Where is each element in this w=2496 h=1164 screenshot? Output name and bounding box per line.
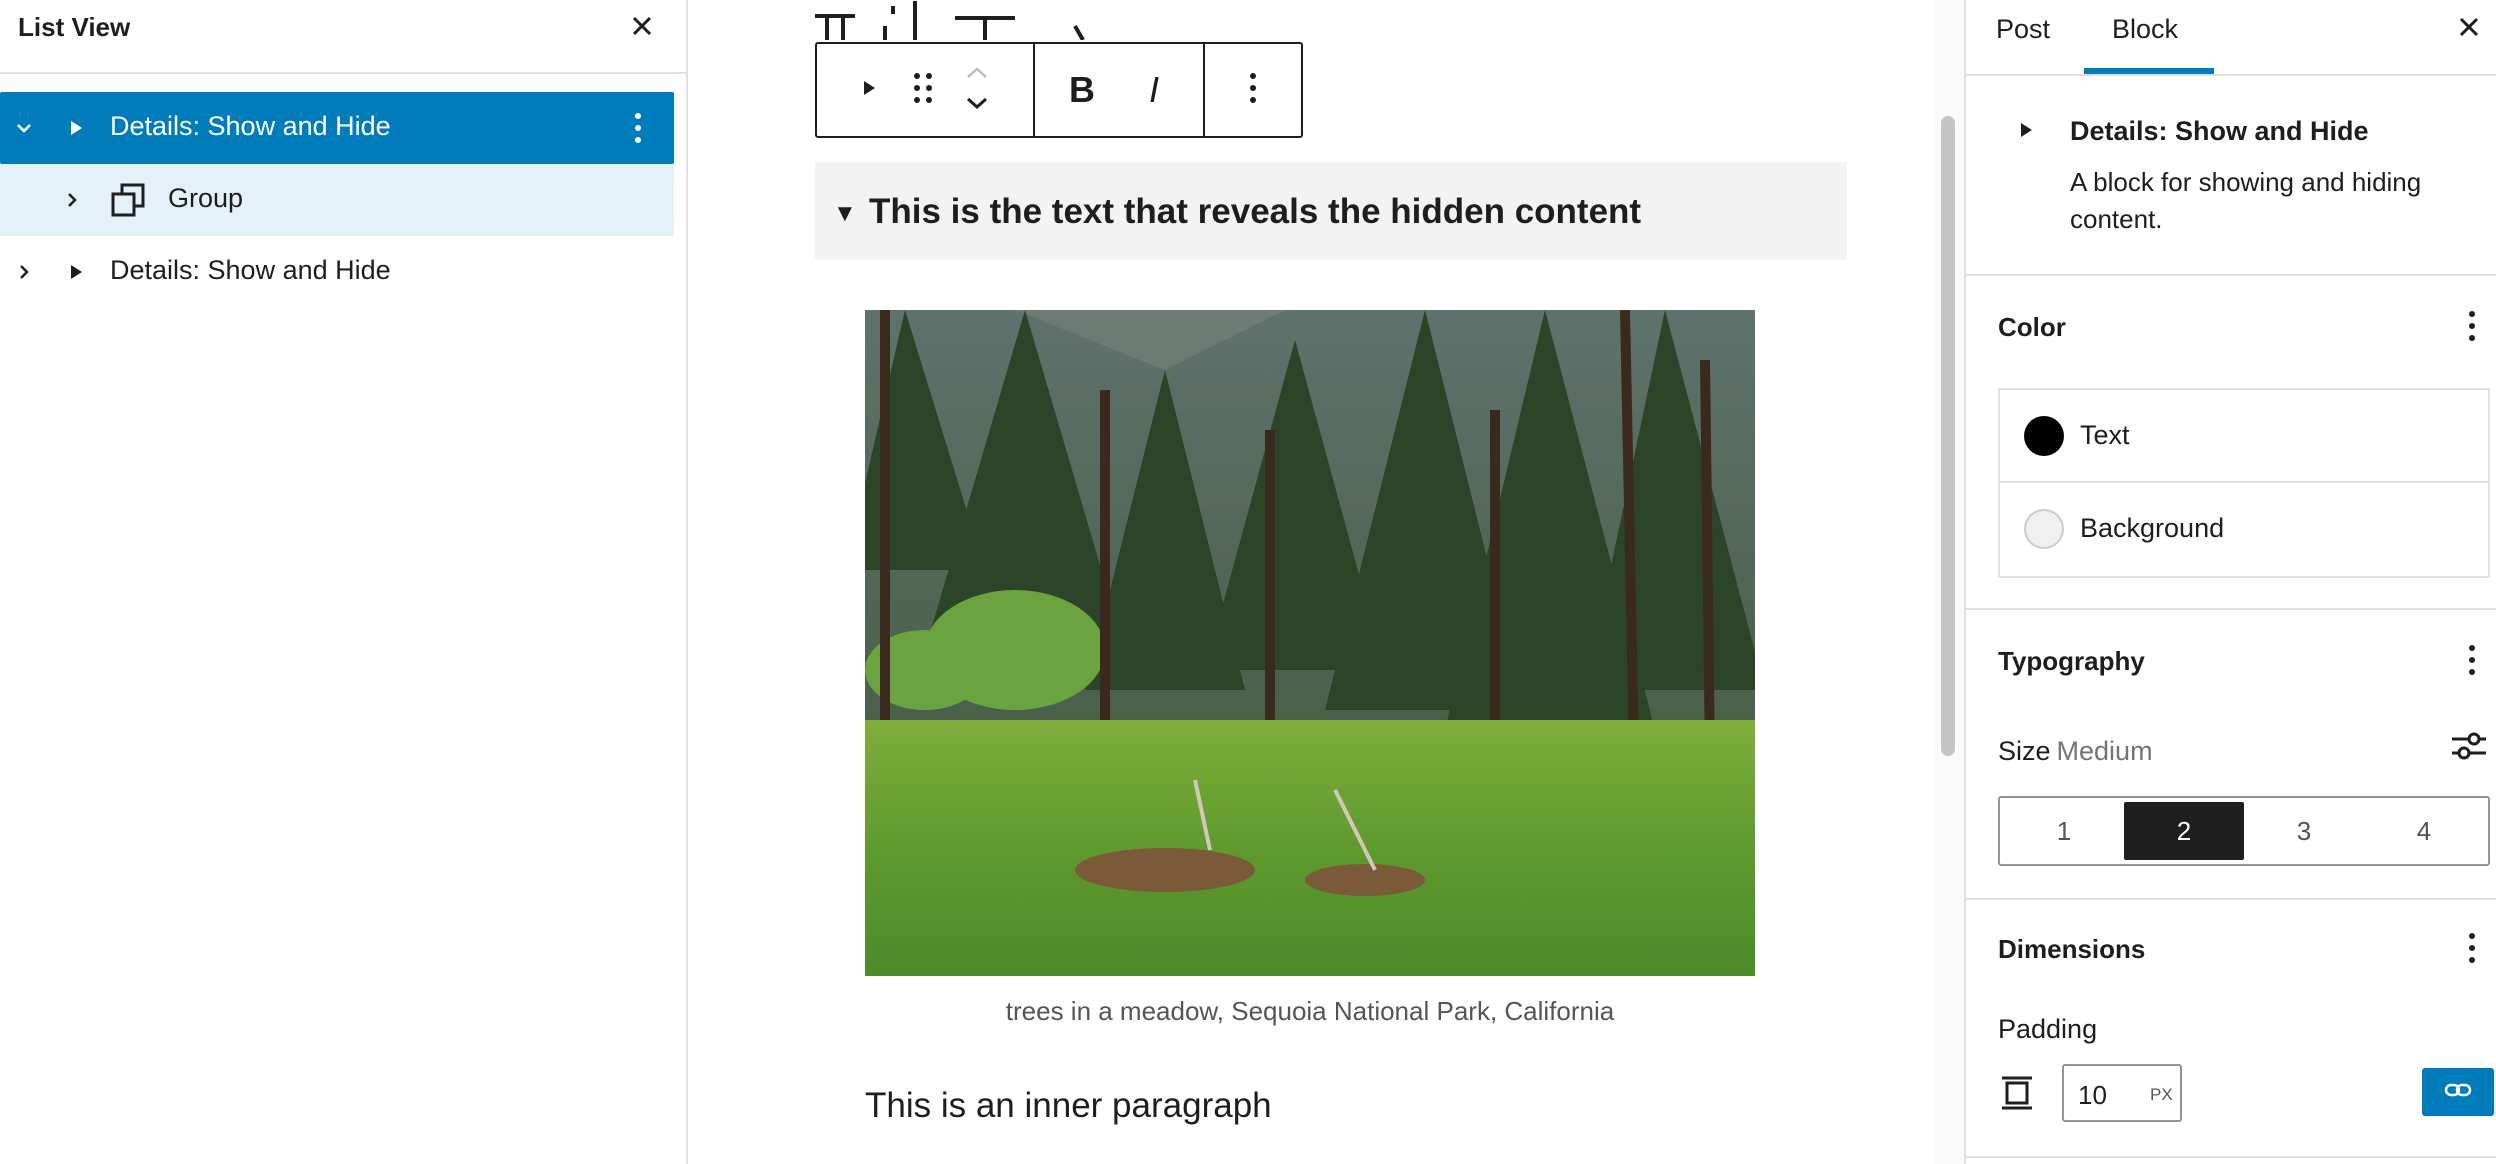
italic-button[interactable]: I [1125,66,1183,114]
list-item-details[interactable]: Details: Show and Hide [0,236,674,308]
block-card-title: Details: Show and Hide [2070,116,2369,146]
chevron-up-icon [964,65,990,86]
drag-handle[interactable] [903,66,943,114]
dimensions-panel-title: Dimensions [1998,934,2146,964]
summary-text[interactable]: This is the text that reveals the hidden… [869,192,1641,232]
bold-button[interactable]: B [1053,66,1111,114]
tab-post[interactable]: Post [1996,14,2050,45]
list-item-group[interactable]: Group [0,164,674,236]
panel-divider [1966,608,2496,610]
active-tab-indicator [2084,68,2214,74]
close-icon[interactable] [626,10,658,42]
more-options-icon [1247,70,1259,111]
details-block-icon [2016,120,2036,145]
meadow-image[interactable] [865,310,1755,976]
list-item-details-selected[interactable]: Details: Show and Hide [0,92,674,164]
font-size-picker: 1 2 3 4 [1998,796,2490,866]
block-card: Details: Show and Hide A block for showi… [1966,76,2496,276]
scrollbar-thumb[interactable] [1941,116,1955,756]
list-view-title: List View [18,12,131,42]
details-block-icon [859,78,879,103]
font-size-option-3[interactable]: 3 [2244,802,2364,860]
list-item-label: Details: Show and Hide [110,255,391,285]
list-item-label: Details: Show and Hide [110,111,391,141]
text-color-item[interactable]: Text [2000,390,2488,483]
close-icon[interactable] [2454,12,2484,47]
color-swatch [2024,416,2064,456]
image-caption[interactable]: trees in a meadow, Sequoia National Park… [865,996,1755,1027]
inner-paragraph[interactable]: This is an inner paragraph [865,1086,1272,1126]
panel-divider [1966,898,2496,900]
chevron-down-icon[interactable] [12,116,36,145]
list-view-header: List View [0,0,686,74]
typography-panel-title: Typography [1998,646,2145,676]
size-value: Medium [2056,736,2153,766]
list-view-panel: List View Details: Show and Hide Group D… [0,0,688,1164]
padding-input[interactable]: 10 PX [2062,1064,2182,1122]
color-settings: Text Background [1998,388,2490,578]
panel-divider [1966,1156,2496,1158]
block-type-button[interactable] [847,66,891,114]
block-card-description: A block for showing and hiding content. [2070,167,2422,234]
chevron-down-icon [964,95,990,116]
link-sides-button[interactable] [2422,1068,2494,1116]
details-block-icon [64,116,88,145]
disclosure-triangle-icon: ▼ [833,200,857,227]
move-up-button[interactable] [955,60,999,90]
details-block-icon [64,260,88,289]
more-options-icon[interactable] [630,108,646,153]
editor-canvas: B I ▼ This is the text that reveals the … [690,0,1934,1164]
move-down-button[interactable] [955,90,999,120]
color-panel-title: Color [1998,312,2066,342]
details-summary[interactable]: ▼ This is the text that reveals the hidd… [815,162,1847,260]
more-options-icon[interactable] [2466,642,2478,683]
font-size-option-1[interactable]: 1 [2004,802,2124,860]
settings-sidebar: Post Block Details: Show and Hide A bloc… [1964,0,2496,1164]
list-item-label: Group [168,183,244,213]
chevron-right-icon[interactable] [60,188,84,217]
sidebar-tabs: Post Block [1966,0,2496,76]
more-options-icon[interactable] [2466,930,2478,971]
group-block-icon [110,182,146,223]
padding-value[interactable]: 10 [2078,1080,2107,1111]
padding-label: Padding [1998,1014,2098,1044]
toolbar-divider [1203,44,1205,136]
font-size-option-2[interactable]: 2 [2124,802,2244,860]
padding-sides-icon [2000,1076,2034,1115]
custom-size-icon[interactable] [2450,730,2488,767]
size-label: Size [1998,736,2051,766]
background-color-label: Background [2080,513,2225,543]
block-toolbar: B I [815,42,1303,138]
block-options-button[interactable] [1231,66,1275,114]
font-size-label: Size Medium [1998,736,2153,767]
link-icon [2444,1080,2472,1105]
font-size-option-4[interactable]: 4 [2364,802,2484,860]
drag-handle-icon [912,71,934,110]
chevron-right-icon[interactable] [12,260,36,289]
tab-block[interactable]: Block [2112,14,2178,45]
canvas-scrollbar[interactable] [1935,0,1965,1164]
more-options-icon[interactable] [2466,308,2478,349]
toolbar-divider [1033,44,1035,136]
background-color-item[interactable]: Background [2000,483,2488,576]
padding-unit[interactable]: PX [2150,1085,2173,1105]
text-color-label: Text [2080,420,2130,450]
color-swatch [2024,509,2064,549]
